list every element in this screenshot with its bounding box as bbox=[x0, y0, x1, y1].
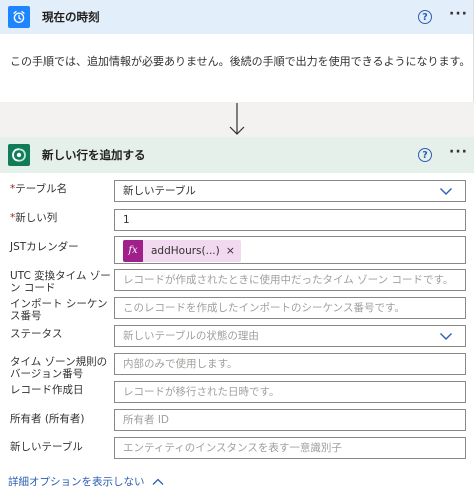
add-row-header[interactable]: 新しい行を追加する ? ··· bbox=[0, 137, 474, 173]
field-label: タイム ゾーン規則のバージョン番号 bbox=[10, 356, 108, 380]
new-table-id-input[interactable]: エンティティのインスタンスを表す一意識別子 bbox=[114, 437, 466, 459]
alarm-clock-icon bbox=[8, 6, 30, 28]
chevron-up-icon bbox=[152, 478, 163, 485]
fx-icon: fx bbox=[123, 240, 143, 262]
field-label: レコード作成日 bbox=[10, 384, 84, 396]
record-created-input[interactable]: レコードが移行された日時です。 bbox=[114, 381, 466, 403]
step-title: 現在の時刻 bbox=[42, 10, 100, 24]
step-title: 新しい行を追加する bbox=[42, 148, 146, 162]
field-label: *テーブル名 bbox=[10, 183, 68, 195]
help-icon[interactable]: ? bbox=[418, 10, 432, 24]
field-label: 新しいテーブル bbox=[10, 441, 83, 453]
table-name-dropdown[interactable]: 新しいテーブル bbox=[114, 180, 466, 202]
field-label: *新しい列 bbox=[10, 212, 58, 224]
remove-token-icon[interactable]: × bbox=[226, 241, 241, 261]
expression-token[interactable]: fx addHours(...) × bbox=[123, 240, 241, 262]
import-sequence-input[interactable]: このレコードを作成したインポートのシーケンス番号です。 bbox=[114, 297, 466, 319]
field-label: インポート シーケンス番号 bbox=[10, 298, 108, 322]
token-label: addHours(...) bbox=[151, 245, 220, 257]
owner-input[interactable]: 所有者 ID bbox=[114, 409, 466, 431]
new-column-input[interactable]: 1 bbox=[114, 209, 466, 231]
hide-advanced-options-link[interactable]: 詳細オプションを表示しない bbox=[8, 474, 165, 489]
chevron-down-icon[interactable] bbox=[439, 330, 453, 342]
help-icon[interactable]: ? bbox=[418, 148, 432, 162]
field-label: ステータス bbox=[10, 328, 63, 340]
field-label: UTC 変換タイム ゾーン コード bbox=[10, 270, 111, 294]
current-time-card: 現在の時刻 ? ··· この手順では、追加情報が必要ありません。後続の手順で出力… bbox=[0, 0, 474, 102]
status-dropdown[interactable]: 新しいテーブルの状態の理由 bbox=[114, 325, 466, 347]
dataverse-icon bbox=[8, 144, 30, 166]
jst-calendar-input[interactable]: fx addHours(...) × bbox=[114, 236, 466, 264]
more-options-icon[interactable]: ··· bbox=[449, 6, 468, 22]
chevron-down-icon[interactable] bbox=[439, 185, 453, 197]
field-label: JSTカレンダー bbox=[10, 241, 79, 253]
more-options-icon[interactable]: ··· bbox=[449, 144, 468, 160]
timezone-rule-input[interactable]: 内部のみで使用します。 bbox=[114, 353, 466, 375]
field-label: 所有者 (所有者) bbox=[10, 413, 85, 425]
current-time-header[interactable]: 現在の時刻 ? ··· bbox=[0, 0, 473, 34]
down-arrow-icon bbox=[229, 103, 245, 135]
utc-timezone-input[interactable]: レコードが作成されたときに使用中だったタイム ゾーン コードです。 bbox=[114, 269, 466, 291]
no-input-message: この手順では、追加情報が必要ありません。後続の手順で出力を使用できるようになりま… bbox=[10, 55, 471, 68]
